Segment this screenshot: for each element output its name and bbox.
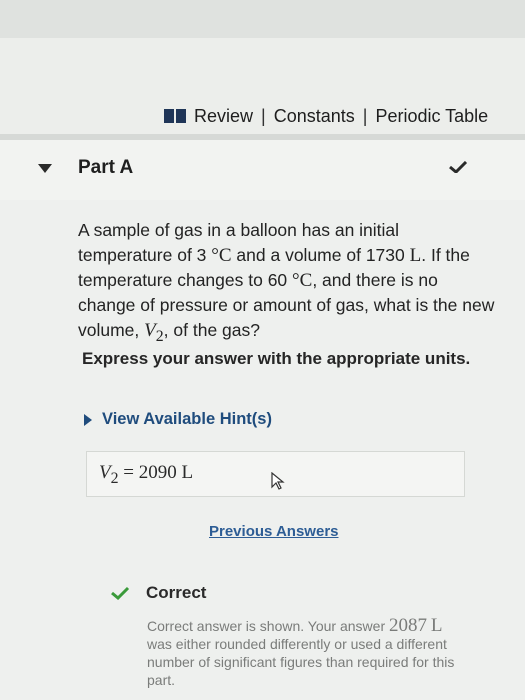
part-content: A sample of gas in a balloon has an init…	[0, 200, 525, 700]
checkmark-icon	[449, 161, 468, 173]
periodic-table-link[interactable]: Periodic Table	[375, 106, 488, 127]
correct-label: Correct	[146, 583, 207, 602]
expand-triangle-icon	[84, 413, 92, 426]
previous-answers-link[interactable]: Previous Answers	[209, 523, 339, 540]
collapse-triangle-icon[interactable]	[38, 164, 52, 173]
part-title: Part A	[78, 157, 134, 178]
feedback-status: Correct	[110, 583, 206, 603]
feedback-text: Correct answer is shown. Your answer 208…	[147, 615, 455, 688]
top-band	[0, 0, 525, 39]
separator: |	[362, 105, 368, 126]
constants-link[interactable]: Constants	[274, 106, 355, 127]
question-text: A sample of gas in a balloon has an init…	[78, 220, 495, 345]
hints-label: View Available Hint(s)	[102, 410, 272, 428]
resource-links: Review | Constants | Periodic Table	[164, 104, 488, 128]
green-check-icon	[111, 586, 130, 600]
answer-display: V2 = 2090 L	[86, 451, 465, 497]
answer-instruction: Express your answer with the appropriate…	[82, 349, 471, 368]
view-hints-toggle[interactable]: View Available Hint(s)	[84, 410, 272, 429]
part-header[interactable]: Part A	[0, 140, 525, 200]
separator: |	[261, 105, 266, 126]
resources-bar: Review | Constants | Periodic Table	[0, 38, 525, 134]
review-link[interactable]: Review	[194, 106, 253, 127]
mouse-cursor-icon	[271, 472, 285, 490]
book-icon	[164, 109, 186, 123]
answer-value: V2 = 2090 L	[99, 462, 194, 487]
